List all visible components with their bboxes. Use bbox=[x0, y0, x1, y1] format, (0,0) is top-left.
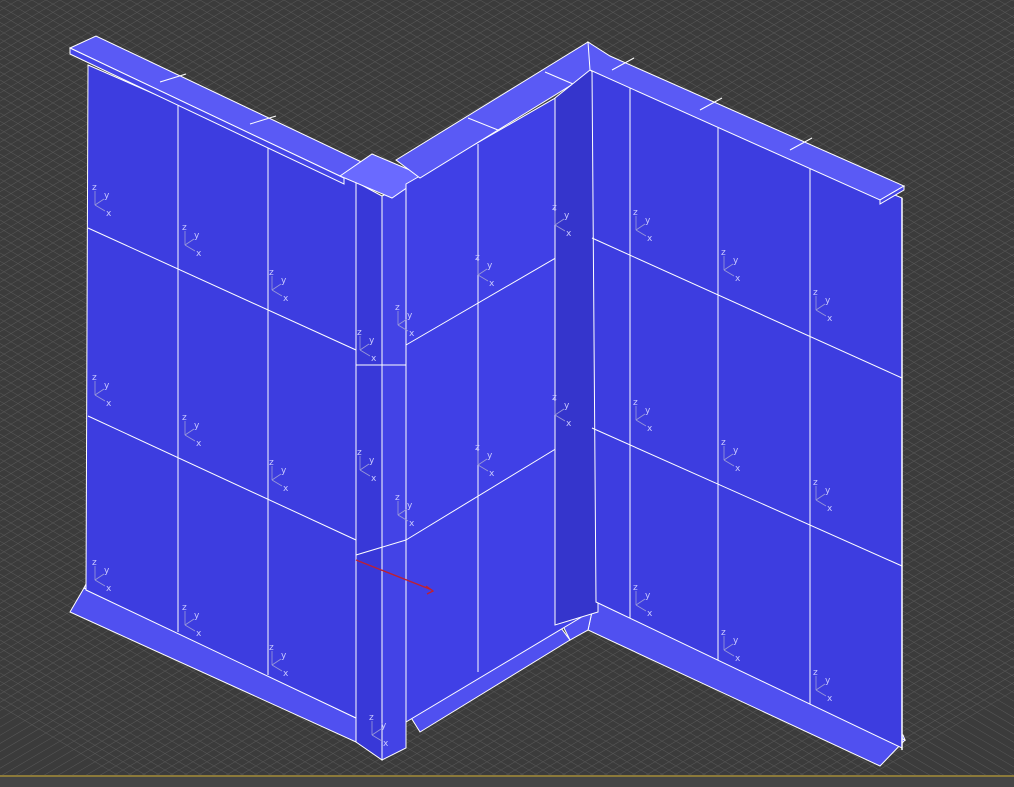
axis-label: y bbox=[194, 611, 200, 621]
axis-label: y bbox=[281, 651, 287, 661]
axis-label: y bbox=[487, 261, 493, 271]
axis-label: z bbox=[633, 208, 638, 218]
back-corner[interactable] bbox=[554, 69, 599, 626]
axis-label: y bbox=[369, 456, 375, 466]
axis-label: z bbox=[395, 303, 400, 313]
axis-label: z bbox=[357, 328, 362, 338]
axis-label: z bbox=[369, 713, 374, 723]
viewport-bottom-border bbox=[0, 775, 1014, 787]
axis-label: y bbox=[564, 401, 570, 411]
axis-label: z bbox=[475, 443, 480, 453]
3d-viewport[interactable]: zyxzyxzyxzyxzyxzyxzyxzyxzyxzyxzyxzyxzyxz… bbox=[0, 0, 1014, 787]
axis-label: y bbox=[281, 466, 287, 476]
wall-scene[interactable]: zyxzyxzyxzyxzyxzyxzyxzyxzyxzyxzyxzyxzyxz… bbox=[0, 0, 1014, 787]
axis-label: z bbox=[813, 478, 818, 488]
axis-label: x bbox=[106, 399, 112, 409]
axis-label: y bbox=[733, 446, 739, 456]
axis-label: z bbox=[633, 583, 638, 593]
axis-label: y bbox=[104, 566, 110, 576]
axis-label: x bbox=[196, 629, 202, 639]
axis-label: z bbox=[269, 458, 274, 468]
axis-label: x bbox=[371, 354, 377, 364]
axis-label: x bbox=[647, 609, 653, 619]
axis-label: y bbox=[407, 311, 413, 321]
grid-line bbox=[997, 0, 1014, 10]
axis-label: z bbox=[633, 398, 638, 408]
axis-label: y bbox=[407, 501, 413, 511]
axis-label: x bbox=[647, 234, 653, 244]
axis-label: y bbox=[733, 256, 739, 266]
axis-label: z bbox=[552, 203, 557, 213]
axis-label: x bbox=[196, 249, 202, 259]
axis-label: x bbox=[489, 279, 495, 289]
axis-label: y bbox=[487, 451, 493, 461]
axis-label: x bbox=[647, 424, 653, 434]
axis-label: x bbox=[383, 739, 389, 749]
axis-label: x bbox=[283, 669, 289, 679]
axis-label: x bbox=[196, 439, 202, 449]
axis-label: x bbox=[283, 484, 289, 494]
axis-label: y bbox=[369, 336, 375, 346]
axis-label: x bbox=[827, 694, 833, 704]
axis-label: x bbox=[566, 229, 572, 239]
axis-label: z bbox=[721, 248, 726, 258]
axis-label: y bbox=[564, 211, 570, 221]
axis-label: z bbox=[92, 183, 97, 193]
axis-label: x bbox=[827, 504, 833, 514]
axis-label: x bbox=[283, 294, 289, 304]
axis-label: x bbox=[409, 329, 415, 339]
axis-label: z bbox=[182, 223, 187, 233]
axis-label: z bbox=[395, 493, 400, 503]
axis-label: z bbox=[269, 643, 274, 653]
axis-label: z bbox=[92, 558, 97, 568]
axis-label: x bbox=[735, 654, 741, 664]
axis-label: z bbox=[269, 268, 274, 278]
axis-label: x bbox=[371, 474, 377, 484]
axis-label: y bbox=[194, 231, 200, 241]
axis-label: y bbox=[733, 636, 739, 646]
axis-label: x bbox=[566, 419, 572, 429]
axis-label: x bbox=[827, 314, 833, 324]
axis-label: y bbox=[104, 191, 110, 201]
axis-label: x bbox=[735, 464, 741, 474]
axis-label: y bbox=[825, 486, 831, 496]
axis-label: y bbox=[194, 421, 200, 431]
axis-label: z bbox=[552, 393, 557, 403]
axis-label: y bbox=[825, 296, 831, 306]
axis-label: x bbox=[489, 469, 495, 479]
axis-label: z bbox=[182, 413, 187, 423]
axis-label: z bbox=[475, 253, 480, 263]
axis-label: z bbox=[813, 668, 818, 678]
axis-label: x bbox=[409, 519, 415, 529]
axis-label: x bbox=[106, 584, 112, 594]
axis-label: y bbox=[645, 216, 651, 226]
axis-label: z bbox=[357, 448, 362, 458]
axis-label: x bbox=[735, 274, 741, 284]
axis-label: y bbox=[281, 276, 287, 286]
axis-label: z bbox=[813, 288, 818, 298]
axis-label: x bbox=[106, 209, 112, 219]
grid-line bbox=[955, 0, 1014, 35]
axis-label: y bbox=[104, 381, 110, 391]
axis-label: z bbox=[182, 603, 187, 613]
axis-label: y bbox=[825, 676, 831, 686]
axis-label: y bbox=[645, 591, 651, 601]
grid-line bbox=[913, 0, 1014, 60]
axis-label: y bbox=[645, 406, 651, 416]
axis-label: z bbox=[92, 373, 97, 383]
axis-label: z bbox=[721, 438, 726, 448]
axis-label: z bbox=[721, 628, 726, 638]
axis-label: y bbox=[381, 721, 387, 731]
